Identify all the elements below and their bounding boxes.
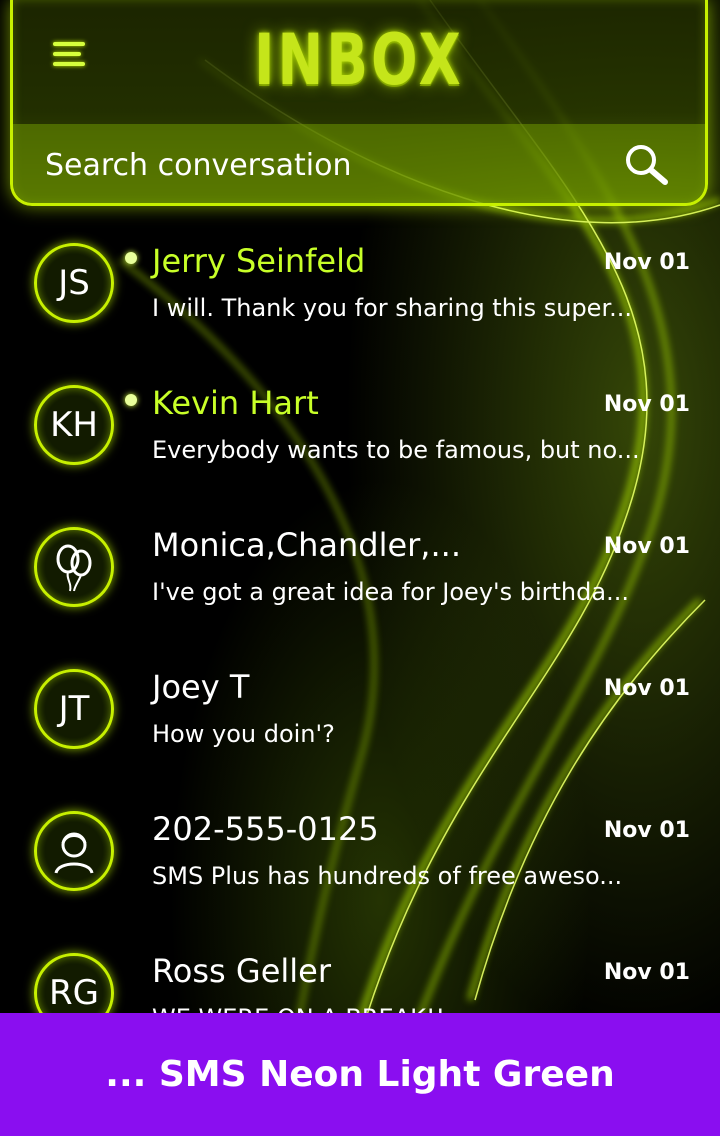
message-preview: Everybody wants to be famous, but no...: [152, 436, 640, 464]
app-header: INBOX: [10, 0, 708, 206]
avatar: JT: [34, 669, 114, 749]
search-input[interactable]: [43, 142, 607, 188]
unread-indicator: [125, 252, 137, 264]
avatar: JS: [34, 243, 114, 323]
conversation-row[interactable]: JS Jerry Seinfeld Nov 01 I will. Thank y…: [0, 226, 720, 368]
message-date: Nov 01: [603, 676, 690, 701]
person-icon: [54, 832, 94, 874]
search-icon[interactable]: [623, 142, 669, 188]
avatar: KH: [34, 385, 114, 465]
message-date: Nov 01: [603, 534, 690, 559]
message-preview: I will. Thank you for sharing this super…: [152, 294, 632, 322]
conversation-row[interactable]: KH Kevin Hart Nov 01 Everybody wants to …: [0, 368, 720, 510]
message-preview: How you doin'?: [152, 720, 335, 748]
message-date: Nov 01: [603, 250, 690, 275]
avatar: [34, 811, 114, 891]
avatar: [34, 527, 114, 607]
hamburger-menu-icon[interactable]: [53, 40, 89, 70]
page-title: INBOX: [254, 19, 464, 101]
message-preview: I've got a great idea for Joey's birthda…: [152, 578, 629, 606]
conversation-row[interactable]: 202-555-0125 Nov 01 SMS Plus has hundred…: [0, 794, 720, 936]
promo-banner: ... SMS Neon Light Green: [0, 1013, 720, 1136]
message-date: Nov 01: [603, 818, 690, 843]
search-bar: [13, 124, 705, 203]
message-preview: SMS Plus has hundreds of free aweso...: [152, 862, 623, 890]
contact-name: Jerry Seinfeld: [152, 242, 366, 280]
unread-indicator: [125, 394, 137, 406]
message-date: Nov 01: [603, 392, 690, 417]
contact-name: 202-555-0125: [152, 810, 379, 848]
balloons-icon: [56, 544, 92, 592]
conversation-row[interactable]: JT Joey T Nov 01 How you doin'?: [0, 652, 720, 794]
banner-text: ... SMS Neon Light Green: [105, 1054, 615, 1095]
message-date: Nov 01: [603, 960, 690, 985]
contact-name: Monica,Chandler,...: [152, 526, 461, 564]
contact-name: Kevin Hart: [152, 384, 319, 422]
contact-name: Ross Geller: [152, 952, 331, 990]
conversation-row[interactable]: Monica,Chandler,... Nov 01 I've got a gr…: [0, 510, 720, 652]
contact-name: Joey T: [152, 668, 250, 706]
